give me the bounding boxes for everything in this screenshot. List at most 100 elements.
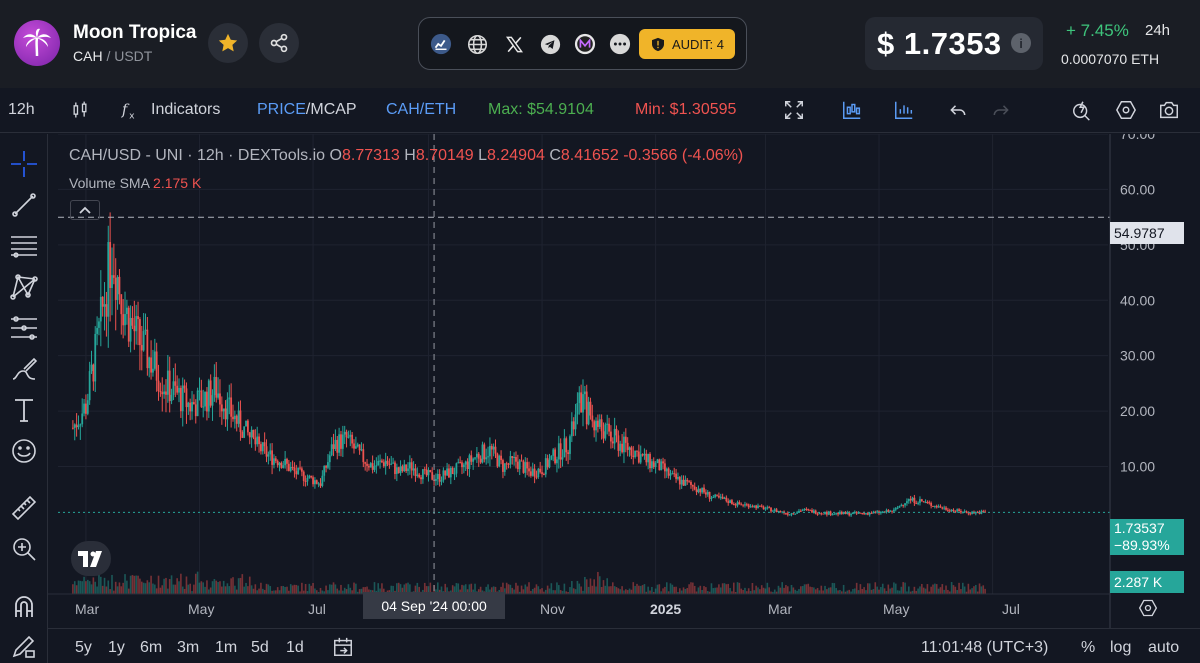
volume-bar bbox=[554, 590, 556, 594]
tradingview-logo[interactable] bbox=[71, 541, 111, 576]
candle-body bbox=[371, 463, 374, 470]
telegram-icon[interactable] bbox=[539, 33, 561, 55]
candle-body bbox=[105, 304, 108, 317]
undo-icon[interactable] bbox=[946, 98, 970, 122]
volume-bar bbox=[569, 587, 571, 594]
volume-bar bbox=[725, 584, 728, 594]
candle-body bbox=[267, 454, 270, 457]
volume-bar bbox=[256, 590, 259, 594]
volume-bar bbox=[961, 582, 964, 594]
candle-body bbox=[915, 503, 918, 505]
camera-icon[interactable] bbox=[1157, 98, 1181, 122]
price-chart-canvas[interactable]: 10.0020.0030.0040.0050.0060.0070.00 bbox=[48, 134, 1200, 628]
range-3m[interactable]: 3m bbox=[177, 639, 199, 657]
indicators-icon[interactable]: fx bbox=[119, 98, 143, 122]
settings-icon[interactable] bbox=[1114, 98, 1138, 122]
globe-icon[interactable] bbox=[466, 33, 488, 55]
audit-button[interactable]: AUDIT: 4 bbox=[639, 29, 735, 59]
more-icon[interactable] bbox=[609, 33, 631, 55]
auto-scale-toggle[interactable]: auto bbox=[1148, 639, 1179, 657]
candle-body bbox=[349, 434, 352, 437]
redo-icon[interactable] bbox=[989, 98, 1013, 122]
candle-body bbox=[902, 504, 905, 506]
candle-body bbox=[161, 392, 164, 395]
price-option[interactable]: PRICE bbox=[257, 101, 306, 118]
volume-bar bbox=[816, 588, 819, 594]
range-5d[interactable]: 5d bbox=[251, 639, 269, 657]
brush-icon[interactable] bbox=[10, 355, 38, 383]
volume-bar bbox=[701, 589, 703, 594]
current-price: $ 1.7353 bbox=[877, 25, 1002, 61]
candle-body bbox=[120, 294, 123, 315]
candle-body bbox=[464, 461, 467, 465]
candle-body bbox=[831, 514, 834, 516]
fullscreen-icon[interactable] bbox=[782, 98, 806, 122]
percent-scale-toggle[interactable]: % bbox=[1081, 639, 1095, 657]
quick-search-icon[interactable] bbox=[1070, 98, 1094, 122]
favorite-button[interactable] bbox=[208, 23, 248, 63]
time-tick-year: 2025 bbox=[650, 601, 682, 617]
volume-bar bbox=[937, 588, 940, 594]
candles-icon[interactable] bbox=[840, 98, 864, 122]
collapse-legend-button[interactable] bbox=[70, 200, 100, 220]
range-1m[interactable]: 1m bbox=[215, 639, 237, 657]
log-scale-toggle[interactable]: log bbox=[1110, 639, 1131, 657]
range-1y[interactable]: 1y bbox=[108, 639, 125, 657]
share-button[interactable] bbox=[259, 23, 299, 63]
candle-body bbox=[969, 513, 972, 515]
range-1d[interactable]: 1d bbox=[286, 639, 304, 657]
ruler-icon[interactable] bbox=[10, 494, 38, 522]
volume-bar bbox=[973, 586, 975, 594]
indicators-button[interactable]: Indicators bbox=[151, 101, 220, 119]
candle-body bbox=[544, 458, 547, 475]
m-logo-icon[interactable] bbox=[574, 33, 596, 55]
candle-body bbox=[273, 458, 275, 465]
bars-icon[interactable] bbox=[892, 98, 916, 122]
chart-icon[interactable] bbox=[430, 33, 452, 55]
candle-body bbox=[461, 462, 463, 468]
price-mcap-toggle[interactable]: PRICE/MCAP bbox=[257, 101, 357, 119]
zoom-in-icon[interactable] bbox=[10, 535, 38, 563]
candle-body bbox=[174, 381, 177, 386]
volume-bar bbox=[831, 582, 834, 594]
volume-bar bbox=[353, 582, 355, 594]
candle-body bbox=[550, 455, 553, 460]
time-tick: Nov bbox=[540, 601, 565, 617]
candle-body bbox=[435, 479, 437, 481]
pencil-lock-icon[interactable] bbox=[10, 632, 38, 660]
range-6m[interactable]: 6m bbox=[140, 639, 162, 657]
volume-bar bbox=[597, 571, 599, 594]
candle-type-icon[interactable] bbox=[68, 98, 92, 122]
magnet-icon[interactable] bbox=[10, 592, 38, 620]
candle-body bbox=[589, 401, 592, 416]
time-tick: Jul bbox=[1002, 601, 1020, 617]
volume-bar bbox=[524, 584, 527, 594]
volume-bar bbox=[716, 587, 718, 594]
info-icon[interactable]: i bbox=[1011, 33, 1031, 53]
x-twitter-icon[interactable] bbox=[503, 33, 525, 55]
volume-bar bbox=[926, 584, 929, 594]
volume-bar bbox=[211, 581, 214, 594]
pattern-tool-icon[interactable] bbox=[10, 273, 38, 301]
audit-label: AUDIT: 4 bbox=[671, 36, 724, 52]
price-chart[interactable]: 10.00 20.00 30.00 40.00 50.00 60.00 70.00 CAH/… bbox=[48, 134, 1200, 663]
mcap-option[interactable]: MCAP bbox=[310, 101, 356, 118]
fib-tool-icon[interactable] bbox=[10, 314, 38, 342]
crosshair-tool-icon[interactable] bbox=[10, 150, 38, 178]
goto-date-icon[interactable] bbox=[332, 636, 354, 663]
horizontal-lines-icon[interactable] bbox=[10, 232, 38, 260]
axis-settings-icon[interactable] bbox=[1138, 598, 1158, 623]
volume-bar bbox=[185, 576, 188, 594]
interval-selector[interactable]: 12h bbox=[8, 101, 35, 119]
trend-line-icon[interactable] bbox=[10, 191, 38, 219]
candle-body bbox=[99, 296, 102, 322]
range-5y[interactable]: 5y bbox=[75, 639, 92, 657]
emoji-icon[interactable] bbox=[10, 437, 38, 465]
volume-bar bbox=[163, 578, 165, 594]
candle-body bbox=[142, 331, 145, 351]
candle-body bbox=[557, 443, 560, 460]
text-tool-icon[interactable] bbox=[10, 396, 38, 424]
candle-body bbox=[245, 420, 247, 427]
volume-bar bbox=[167, 588, 169, 594]
pair-toggle[interactable]: CAH/ETH bbox=[386, 101, 456, 119]
